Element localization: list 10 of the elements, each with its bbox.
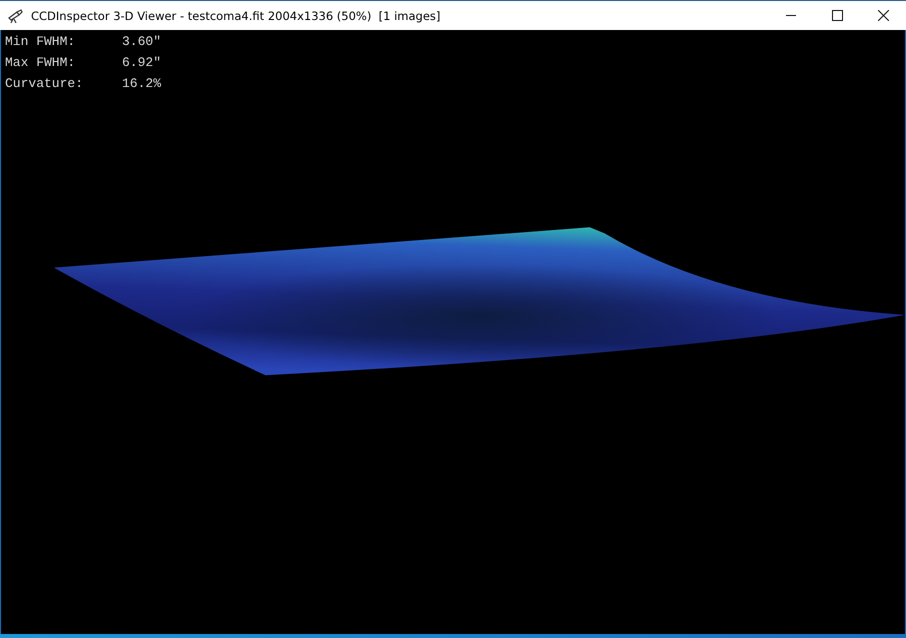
close-icon [878, 10, 888, 21]
stat-value: 16.2% [122, 76, 162, 91]
window-title: CCDInspector 3-D Viewer - testcoma4.fit 2004x1336 (50%) [1 images] [31, 8, 440, 22]
stat-label: Curvature: [5, 76, 84, 91]
stat-label: Min FWHM: [5, 34, 76, 49]
telescope-icon [8, 8, 24, 22]
stat-label: Max FWHM: [5, 55, 76, 70]
stat-value: 6.92" [122, 55, 162, 70]
maximize-icon [832, 10, 842, 21]
stat-value: 3.60" [122, 34, 162, 49]
